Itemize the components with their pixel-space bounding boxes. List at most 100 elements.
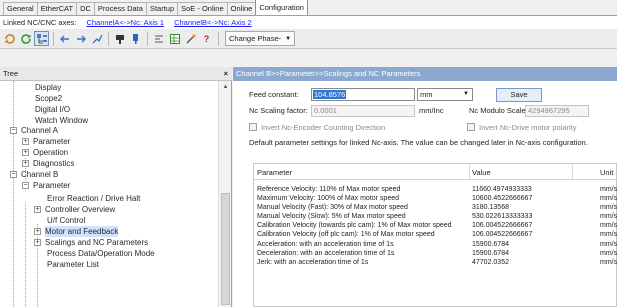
- expand-icon[interactable]: +: [22, 149, 29, 156]
- toolbar-separator: [218, 31, 219, 46]
- invert-polarity-checkbox[interactable]: [467, 123, 475, 131]
- tree-guide-line: [37, 224, 38, 307]
- row-value: 106.004522666667: [472, 231, 533, 238]
- expand-icon[interactable]: +: [22, 138, 29, 145]
- tree-item-parameter-b[interactable]: Parameter: [33, 180, 70, 191]
- expand-icon[interactable]: +: [34, 206, 41, 213]
- table-row[interactable]: Manual Velocity (Fast): 30% of Max motor…: [254, 203, 617, 212]
- invert-encoder-checkbox[interactable]: [249, 123, 257, 131]
- tree-header: Tree ×: [0, 67, 232, 81]
- close-icon[interactable]: ×: [224, 67, 228, 80]
- tree-item-motor-feedback[interactable]: Motor and Feedback: [45, 226, 119, 237]
- tab-general[interactable]: General: [3, 2, 38, 15]
- help-icon[interactable]: ?: [199, 31, 214, 46]
- tree-item-channel-b[interactable]: Channel B: [21, 169, 58, 180]
- tree-scrollbar[interactable]: ▲: [218, 81, 231, 307]
- table-icon[interactable]: [167, 31, 182, 46]
- table-row[interactable]: Acceleration: with an acceleration time …: [254, 240, 617, 249]
- feed-constant-input[interactable]: 104.8576: [311, 88, 415, 101]
- expand-icon[interactable]: +: [34, 239, 41, 246]
- link-icon[interactable]: [89, 31, 104, 46]
- row-value: 15900.6784: [472, 250, 509, 257]
- tab-startup[interactable]: Startup: [145, 2, 179, 15]
- toolbar-separator: [108, 31, 109, 46]
- row-parameter: Acceleration: with an acceleration time …: [257, 241, 394, 248]
- wand-icon[interactable]: [183, 31, 198, 46]
- row-unit: mm/s: [600, 195, 617, 202]
- arrow-right-icon[interactable]: [73, 31, 88, 46]
- row-value: 106.004522666667: [472, 222, 533, 229]
- header-parameter[interactable]: Parameter: [257, 167, 292, 178]
- row-parameter: Manual Velocity (Slow): 5% of Max motor …: [257, 213, 406, 220]
- table-row[interactable]: Calibration Velocity (towards plc cam): …: [254, 221, 617, 230]
- collapse-icon[interactable]: −: [22, 182, 29, 189]
- scroll-thumb[interactable]: [221, 193, 230, 305]
- tree-item-scope2[interactable]: Scope2: [35, 93, 62, 104]
- row-value: 11660.4974933333: [472, 186, 532, 193]
- tree-item-digital-io[interactable]: Digital I/O: [35, 104, 70, 115]
- row-parameter: Calibration Velocity (towards plc cam): …: [257, 222, 452, 229]
- feed-constant-value: 104.8576: [313, 90, 347, 99]
- unit-select[interactable]: mm ▼: [417, 88, 473, 101]
- tree-item-channel-a[interactable]: Channel A: [21, 125, 58, 136]
- row-parameter: Jerk: with an acceleration time of 1s: [257, 259, 369, 266]
- tree-item-display[interactable]: Display: [35, 82, 61, 93]
- nc-scaling-label: Nc Scaling factor:: [249, 106, 308, 115]
- column-divider[interactable]: [469, 164, 470, 180]
- defaults-note: Default parameter settings for linked Nc…: [249, 138, 588, 147]
- tree-item-uf-control[interactable]: U/f Control: [47, 215, 85, 226]
- save-button[interactable]: Save: [496, 88, 542, 102]
- tab-ethercat[interactable]: EtherCAT: [36, 2, 78, 15]
- invert-polarity-label: Invert Nc-Drive motor polarity: [479, 123, 577, 132]
- tab-dc[interactable]: DC: [76, 2, 95, 15]
- expand-icon[interactable]: +: [22, 160, 29, 167]
- table-row[interactable]: Deceleration: with an acceleration time …: [254, 249, 617, 258]
- tree-item-diagnostics[interactable]: Diagnostics: [33, 158, 74, 169]
- tree-view-icon[interactable]: [34, 31, 49, 46]
- linked-axes-bar: Linked NC/CNC axes: ChannelA<->Nc: Axis …: [0, 16, 617, 29]
- tree-guide-line: [13, 81, 14, 307]
- channel-a-axis-link[interactable]: ChannelA<->Nc: Axis 1: [86, 18, 164, 27]
- table-row[interactable]: Calibration Velocity (off plc cam): 1% o…: [254, 230, 617, 239]
- row-value: 47702.0352: [472, 259, 509, 266]
- tree-item-process-data-mode[interactable]: Process Data/Operation Mode: [47, 248, 155, 259]
- row-parameter: Manual Velocity (Fast): 30% of Max motor…: [257, 204, 408, 211]
- tab-soe-online[interactable]: SoE - Online: [177, 2, 228, 15]
- tree-item-scalings-nc[interactable]: Scalings and NC Parameters: [45, 237, 148, 248]
- tree-item-operation[interactable]: Operation: [33, 147, 68, 158]
- scroll-up-icon[interactable]: ▲: [219, 81, 232, 93]
- expand-icon[interactable]: +: [34, 228, 41, 235]
- table-row[interactable]: Jerk: with an acceleration time of 1s 477…: [254, 258, 617, 267]
- collapse-icon[interactable]: −: [10, 171, 17, 178]
- tab-configuration[interactable]: Configuration: [255, 0, 308, 15]
- feed-constant-label: Feed constant:: [249, 90, 299, 99]
- channel-b-axis-link[interactable]: ChannelB<->Nc: Axis 2: [174, 18, 252, 27]
- table-header: Parameter Value Unit: [254, 164, 616, 180]
- change-phase-dropdown[interactable]: Change Phase- ▼: [225, 31, 296, 46]
- refresh-icon[interactable]: [2, 31, 17, 46]
- pin-icon[interactable]: [112, 31, 127, 46]
- header-unit[interactable]: Unit: [600, 167, 613, 178]
- table-row[interactable]: Maximum Velocity: 100% of Max motor spee…: [254, 194, 617, 203]
- tree-guide-line: [25, 202, 26, 307]
- header-value[interactable]: Value: [472, 167, 491, 178]
- align-icon[interactable]: [151, 31, 166, 46]
- nc-modulo-field: 4294967295: [525, 105, 589, 117]
- collapse-icon[interactable]: −: [10, 127, 17, 134]
- column-divider[interactable]: [572, 164, 573, 180]
- pin-blue-icon[interactable]: [128, 31, 143, 46]
- tree-item-parameter-list[interactable]: Parameter List: [47, 259, 99, 270]
- table-row[interactable]: Reference Velocity: 110% of Max motor sp…: [254, 185, 617, 194]
- tree-item-parameter-a[interactable]: Parameter: [33, 136, 70, 147]
- nc-scaling-unit: mm/Inc: [419, 106, 444, 115]
- row-parameter: Deceleration: with an acceleration time …: [257, 250, 395, 257]
- tab-online[interactable]: Online: [226, 2, 257, 15]
- row-unit: mm/s: [600, 231, 617, 238]
- tree-item-controller-overview[interactable]: Controller Overview: [45, 204, 115, 215]
- tree-item-error-reaction[interactable]: Error Reaction / Drive Halt: [47, 193, 140, 204]
- chevron-down-icon: ▼: [285, 35, 292, 42]
- table-row[interactable]: Manual Velocity (Slow): 5% of Max motor …: [254, 212, 617, 221]
- refresh-green-icon[interactable]: [18, 31, 33, 46]
- arrow-left-icon[interactable]: [57, 31, 72, 46]
- tab-process-data[interactable]: Process Data: [93, 2, 147, 15]
